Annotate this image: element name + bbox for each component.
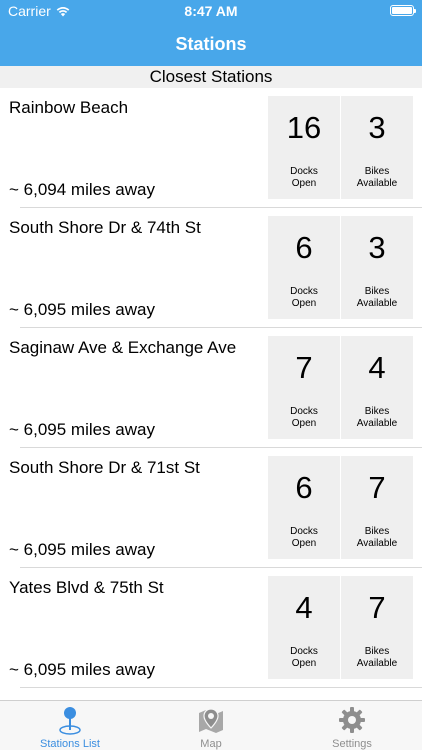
bikes-label-line2: Available [356,298,398,309]
bikes-available-box: 7 Bikes Available [341,576,413,679]
bikes-available-box: 3 Bikes Available [341,96,413,199]
bikes-available-box: 4 Bikes Available [341,336,413,439]
docks-open-label: Docks Open [268,526,340,550]
bikes-available-count: 3 [368,230,386,265]
docks-open-box: 6 Docks Open [268,456,340,559]
station-name: South Shore Dr & 74th St [9,218,201,237]
station-row[interactable]: South Shore Dr & 71st St ~ 6,095 miles aw… [0,448,422,568]
tab-label: Map [200,738,222,750]
tab-settings[interactable]: Settings [282,701,422,751]
bikes-label-line1: Bikes [364,166,390,177]
station-name: Saginaw Ave & Exchange Ave [9,338,237,357]
docks-open-label: Docks Open [268,166,340,190]
bikes-label-line1: Bikes [364,526,390,537]
docks-label-line2: Open [291,418,317,429]
station-row[interactable]: South Shore Dr & 74th St ~ 6,095 miles aw… [0,208,422,328]
bikes-label-line2: Available [356,658,398,669]
tab-map[interactable]: Map [141,701,281,751]
docks-open-box: 4 Docks Open [268,576,340,679]
docks-open-count: 6 [295,230,313,265]
row-divider [20,687,422,688]
docks-label-line1: Docks [290,166,318,177]
stations-list: Rainbow Beach ~ 6,094 miles away 16 Docks Op… [0,88,422,688]
docks-label-line2: Open [291,538,317,549]
station-row[interactable]: Rainbow Beach ~ 6,094 miles away 16 Docks Op… [0,88,422,208]
battery-icon [390,5,416,16]
status-bar: Carrier 8:47 AM [0,0,422,22]
docks-open-label: Docks Open [268,406,340,430]
station-distance: ~ 6,094 miles away [9,180,155,199]
docks-open-count: 7 [295,350,313,385]
tab-label: Settings [332,738,372,750]
docks-label-line1: Docks [290,406,318,417]
station-name: Yates Blvd & 75th St [9,578,164,597]
docks-label-line1: Docks [290,526,318,537]
bikes-available-label: Bikes Available [341,286,413,310]
bikes-label-line2: Available [356,538,398,549]
bikes-available-box: 7 Bikes Available [341,456,413,559]
docks-open-label: Docks Open [268,286,340,310]
docks-open-label: Docks Open [268,646,340,670]
bikes-available-box: 3 Bikes Available [341,216,413,319]
docks-open-count: 6 [295,470,313,505]
page-title: Stations [175,34,247,54]
bikes-available-label: Bikes Available [341,166,413,190]
station-row[interactable]: Saginaw Ave & Exchange Ave ~ 6,095 miles … [0,328,422,448]
bikes-available-label: Bikes Available [341,406,413,430]
station-distance: ~ 6,095 miles away [9,540,155,559]
bikes-available-count: 7 [368,590,386,625]
station-distance: ~ 6,095 miles away [9,660,155,679]
bikes-available-count: 7 [368,470,386,505]
top-bar: Carrier 8:47 AM Stations [0,0,422,66]
bikes-label-line2: Available [356,178,398,189]
docks-open-box: 16 Docks Open [268,96,340,199]
bikes-label-line1: Bikes [364,406,390,417]
docks-label-line2: Open [291,658,317,669]
docks-open-box: 7 Docks Open [268,336,340,439]
bikes-available-label: Bikes Available [341,646,413,670]
gear-icon [339,707,365,733]
section-header: Closest Stations [0,66,422,88]
bikes-label-line1: Bikes [364,646,390,657]
map-icon [199,708,223,733]
station-distance: ~ 6,095 miles away [9,300,155,319]
bikes-label-line2: Available [356,418,398,429]
docks-label-line1: Docks [290,286,318,297]
docks-open-box: 6 Docks Open [268,216,340,319]
bikes-available-label: Bikes Available [341,526,413,550]
status-time: 8:47 AM [184,3,238,19]
tab-bar: Stations List Map Settings [0,700,422,750]
docks-open-count: 16 [286,110,322,145]
docks-label-line2: Open [291,178,317,189]
docks-label-line2: Open [291,298,317,309]
docks-label-line1: Docks [290,646,318,657]
bikes-label-line1: Bikes [364,286,390,297]
station-distance: ~ 6,095 miles away [9,420,155,439]
tab-stations-list[interactable]: Stations List [0,701,140,751]
station-name: Rainbow Beach [9,98,129,117]
station-pin-icon [59,707,81,735]
station-row[interactable]: Yates Blvd & 75th St ~ 6,095 miles away 4 D… [0,568,422,688]
bikes-available-count: 3 [368,110,386,145]
station-name: South Shore Dr & 71st St [9,458,200,477]
bikes-available-count: 4 [368,350,386,385]
docks-open-count: 4 [295,590,313,625]
tab-label: Stations List [40,738,100,750]
